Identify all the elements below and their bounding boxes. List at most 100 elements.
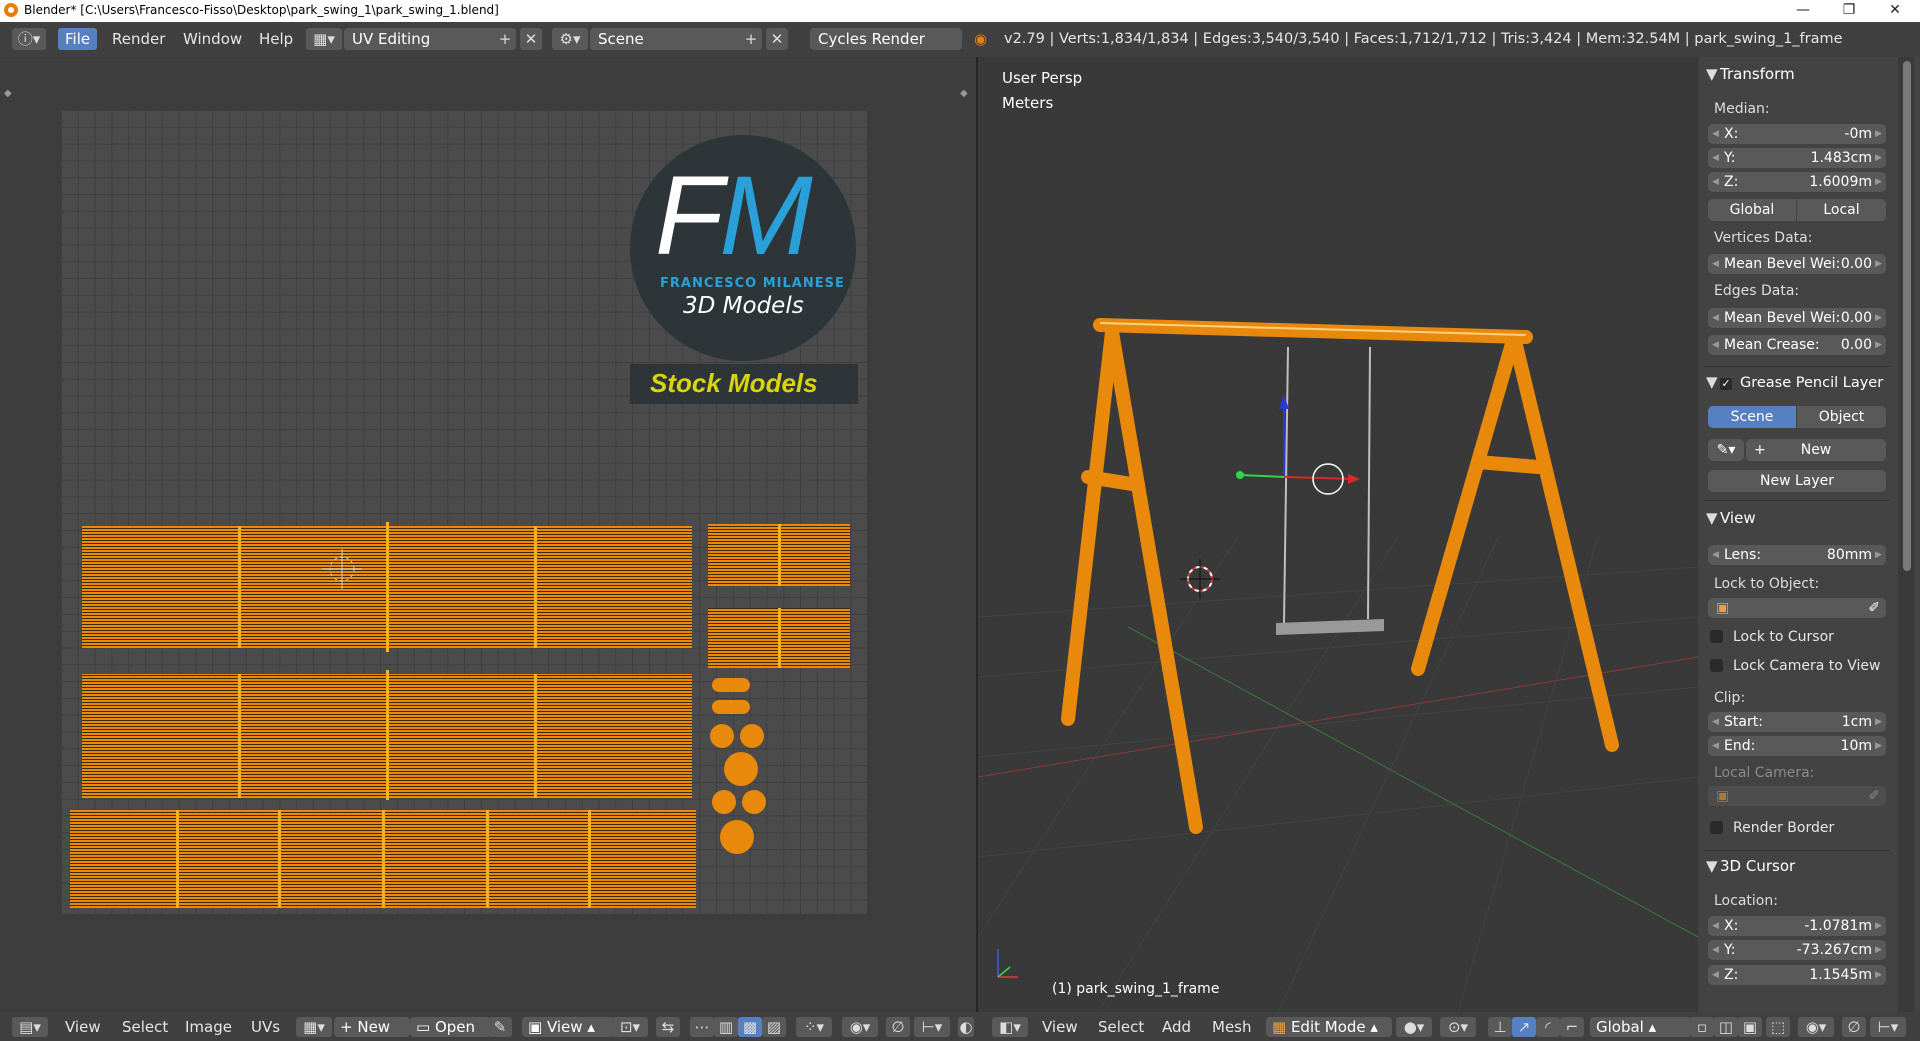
grease-new-button[interactable]: + New (1746, 439, 1886, 461)
image-editor-type-icon[interactable]: ▤▾ (12, 1017, 48, 1037)
snap-toggle-icon[interactable]: ∅ (1842, 1017, 1866, 1037)
vp-menu-view[interactable]: View (1042, 1017, 1078, 1037)
pencil-icon[interactable]: ✎▾ (1708, 439, 1744, 461)
pin-icon[interactable]: ✎ (488, 1017, 512, 1037)
cursor-x-field[interactable]: ◀ X: -1.0781m ▶ (1708, 916, 1886, 936)
view-panel-header[interactable]: ▼ View (1706, 509, 1756, 527)
menu-help[interactable]: Help (252, 28, 300, 50)
pivot-point-icon[interactable]: ⊙▾ (1440, 1017, 1476, 1037)
proportional-edit-icon[interactable]: ◉▾ (842, 1017, 878, 1037)
uv-island[interactable] (740, 724, 764, 748)
viewport-shading-icon[interactable]: ●▾ (1396, 1017, 1432, 1037)
image-browse-icon[interactable]: ▦▾ (296, 1017, 332, 1037)
median-x-field[interactable]: ◀ X: -0m ▶ (1708, 124, 1886, 144)
layout-grid-icon[interactable]: ▦▾ (306, 28, 342, 50)
island-select-icon[interactable]: ▨ (762, 1017, 786, 1037)
uv-menu-select[interactable]: Select (122, 1017, 168, 1037)
menu-render[interactable]: Render (105, 28, 172, 50)
manipulator-toggle-icon[interactable]: ⊥ (1488, 1017, 1512, 1037)
3d-viewport[interactable]: User Persp Meters (1) park_swing_1_frame (978, 57, 1698, 1012)
snap-element-icon[interactable]: ⊢▾ (914, 1017, 950, 1037)
lock-object-field[interactable]: ▣ ✐ (1708, 598, 1886, 618)
mode-dropdown[interactable]: ▦ Edit Mode ▴ (1266, 1017, 1392, 1037)
eyedropper-icon[interactable]: ✐ (1868, 598, 1880, 618)
info-editor-type-icon[interactable]: ⓘ▾ (12, 28, 46, 50)
rotate-manipulator-icon[interactable]: ◜ (1536, 1017, 1560, 1037)
proportional-editing-icon[interactable]: ◉▾ (1798, 1017, 1834, 1037)
region-arrow-icon[interactable]: ◆ (4, 88, 12, 99)
new-layer-button[interactable]: New Layer (1708, 470, 1886, 492)
menu-file[interactable]: File (58, 28, 98, 50)
mean-crease-field[interactable]: ◀ Mean Crease: 0.00 ▶ (1708, 335, 1886, 355)
render-border-checkbox[interactable]: Render Border (1710, 820, 1834, 836)
cursor-z-field[interactable]: ◀ Z: 1.1545m ▶ (1708, 965, 1886, 985)
image-open-button[interactable]: ▭ Open (410, 1017, 490, 1037)
vp-menu-select[interactable]: Select (1098, 1017, 1144, 1037)
render-engine-dropdown[interactable]: Cycles Render (810, 28, 962, 50)
panel-scrollbar-thumb[interactable] (1903, 61, 1911, 571)
transform-panel-header[interactable]: ▼ Transform (1706, 65, 1795, 83)
swing-frame-mesh[interactable] (978, 57, 1698, 1012)
uv-island[interactable] (712, 790, 736, 814)
layout-remove-icon[interactable]: ✕ (520, 28, 542, 50)
local-toggle[interactable]: Local (1797, 199, 1886, 221)
vertex-mode-icon[interactable]: ▫ (1690, 1017, 1714, 1037)
layout-dropdown[interactable]: UV Editing (344, 28, 510, 50)
sticky-select-icon[interactable]: ⁘▾ (796, 1017, 832, 1037)
uv-island[interactable] (712, 700, 750, 714)
uv-menu-uvs[interactable]: UVs (251, 1017, 280, 1037)
edge-bevel-weight-field[interactable]: ◀ Mean Bevel Wei: 0.00 ▶ (1708, 308, 1886, 328)
render-slot-icon[interactable]: ◐ (958, 1017, 974, 1037)
maximize-button[interactable]: ❐ (1826, 0, 1872, 22)
snap-target-icon[interactable]: ⊢▾ (1870, 1017, 1906, 1037)
close-button[interactable]: ✕ (1872, 0, 1918, 22)
scene-add-icon[interactable]: + (740, 28, 762, 50)
uv-island[interactable] (720, 820, 754, 854)
uv-island[interactable] (710, 724, 734, 748)
menu-window[interactable]: Window (176, 28, 249, 50)
translate-manipulator-icon[interactable]: ↗ (1512, 1017, 1536, 1037)
face-select-icon[interactable]: ▩ (738, 1017, 762, 1037)
uv-island[interactable] (742, 790, 766, 814)
face-mode-icon[interactable]: ▣ (1738, 1017, 1762, 1037)
global-toggle[interactable]: Global (1708, 199, 1796, 221)
minimize-button[interactable]: — (1780, 0, 1826, 22)
edge-select-icon[interactable]: ▥ (714, 1017, 738, 1037)
transform-orientation-dropdown[interactable]: Global ▴ (1590, 1017, 1692, 1037)
lens-field[interactable]: ◀ Lens: 80mm ▶ (1708, 545, 1886, 565)
region-arrow-icon[interactable]: ◆ (960, 88, 968, 99)
scene-remove-icon[interactable]: ✕ (766, 28, 788, 50)
limit-selection-icon[interactable]: ⬚ (1766, 1017, 1790, 1037)
uv-view-mode-dropdown[interactable]: ▣ View ▴ (522, 1017, 614, 1037)
snap-icon[interactable]: ∅ (886, 1017, 910, 1037)
grease-object-toggle[interactable]: Object (1797, 406, 1886, 428)
scale-manipulator-icon[interactable]: ⌐ (1560, 1017, 1584, 1037)
grease-pencil-panel-header[interactable]: ▼ ✓ Grease Pencil Layer (1706, 373, 1883, 391)
uv-island[interactable] (712, 678, 750, 692)
grease-scene-toggle[interactable]: Scene (1708, 406, 1796, 428)
pivot-icon[interactable]: ⊡▾ (612, 1017, 648, 1037)
vertex-bevel-weight-field[interactable]: ◀ Mean Bevel Wei: 0.00 ▶ (1708, 254, 1886, 274)
vp-menu-add[interactable]: Add (1162, 1017, 1191, 1037)
3d-cursor-panel-header[interactable]: ▼ 3D Cursor (1706, 857, 1795, 875)
lock-to-cursor-checkbox[interactable]: Lock to Cursor (1710, 629, 1834, 645)
checkbox-checked-icon[interactable]: ✓ (1720, 378, 1732, 390)
uv-menu-image[interactable]: Image (185, 1017, 232, 1037)
median-y-field[interactable]: ◀ Y: 1.483cm ▶ (1708, 148, 1886, 168)
vp-menu-mesh[interactable]: Mesh (1212, 1017, 1252, 1037)
image-new-button[interactable]: + New (334, 1017, 410, 1037)
clip-start-field[interactable]: ◀ Start: 1cm ▶ (1708, 712, 1886, 732)
3d-view-editor-type-icon[interactable]: ◧▾ (992, 1017, 1028, 1037)
sync-selection-icon[interactable]: ⇆ (656, 1017, 680, 1037)
scene-dropdown[interactable]: Scene (590, 28, 752, 50)
scene-icon[interactable]: ⚙▾ (552, 28, 588, 50)
uv-menu-view[interactable]: View (65, 1017, 101, 1037)
median-z-field[interactable]: ◀ Z: 1.6009m ▶ (1708, 172, 1886, 192)
layout-add-icon[interactable]: + (494, 28, 516, 50)
vertex-select-icon[interactable]: ⋯ (690, 1017, 714, 1037)
cursor-y-field[interactable]: ◀ Y: -73.267cm ▶ (1708, 940, 1886, 960)
uv-island[interactable] (724, 752, 758, 786)
edge-mode-icon[interactable]: ◫ (1714, 1017, 1738, 1037)
clip-end-field[interactable]: ◀ End: 10m ▶ (1708, 736, 1886, 756)
lock-camera-checkbox[interactable]: Lock Camera to View (1710, 658, 1881, 674)
